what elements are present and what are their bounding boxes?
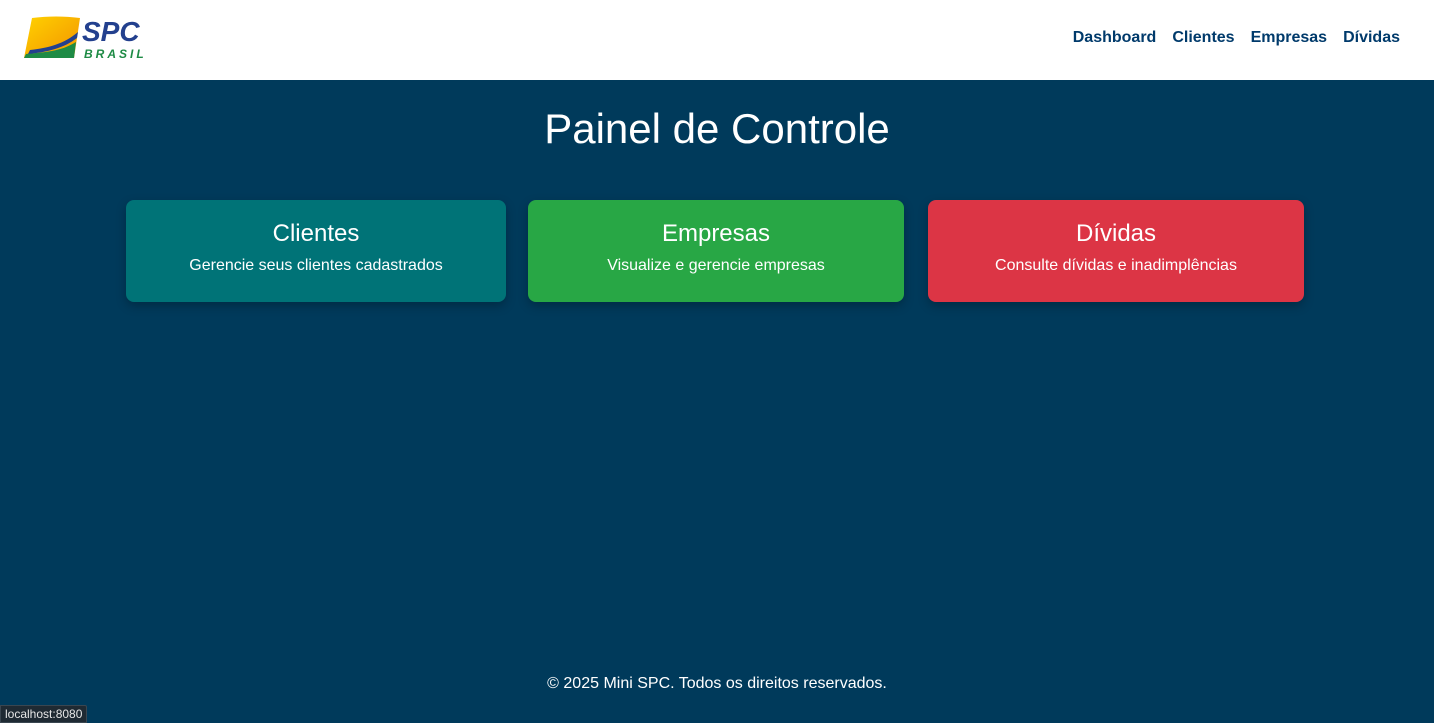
card-title: Dívidas [1075,220,1157,247]
card-description: Gerencie seus clientes cadastrados [189,257,443,274]
card-title: Empresas [661,220,771,247]
card-empresas[interactable]: Empresas Visualize e gerencie empresas [528,200,904,302]
card-description: Consulte dívidas e inadimplências [995,257,1237,274]
status-url: localhost:8080 [0,705,88,723]
nav-empresas[interactable]: Empresas [1251,28,1328,48]
svg-text:SPC: SPC [82,16,140,47]
main-nav: Dashboard Clientes Empresas Dívidas [1073,28,1400,48]
spc-brasil-logo[interactable]: SPC BRASIL [24,14,148,62]
logo-icon: SPC BRASIL [24,16,147,61]
top-header: SPC BRASIL Dashboard Clientes Empresas D… [0,0,1434,80]
card-dividas[interactable]: Dívidas Consulte dívidas e inadimplência… [928,200,1304,302]
card-clientes[interactable]: Clientes Gerencie seus clientes cadastra… [126,200,506,302]
footer-copyright: © 2025 Mini SPC. Todos os direitos reser… [547,675,887,692]
nav-dividas[interactable]: Dívidas [1343,28,1400,48]
card-title: Clientes [272,220,360,247]
nav-dashboard[interactable]: Dashboard [1073,28,1157,48]
svg-text:BRASIL: BRASIL [84,47,147,61]
card-description: Visualize e gerencie empresas [607,257,825,274]
page-title: Painel de Controle [544,105,890,152]
nav-clientes[interactable]: Clientes [1172,28,1234,48]
